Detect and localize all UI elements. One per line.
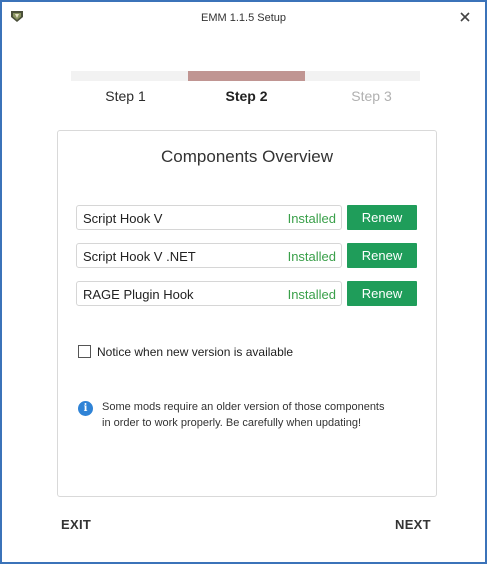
step-3-label: Step 3 <box>351 88 392 104</box>
next-button[interactable]: NEXT <box>395 517 431 532</box>
component-field: Script Hook V .NET Installed <box>76 243 342 268</box>
component-name: Script Hook V .NET <box>83 249 196 264</box>
notice-option: Notice when new version is available <box>78 344 378 360</box>
window-title: EMM 1.1.5 Setup <box>201 12 286 24</box>
notice-checkbox-label[interactable]: Notice when new version is available <box>97 345 293 359</box>
component-row-rage-plugin-hook: RAGE Plugin Hook Installed Renew <box>76 281 420 306</box>
step-1-label: Step 1 <box>105 88 146 104</box>
step-2-label: Step 2 <box>225 88 268 104</box>
info-icon: i <box>78 401 93 416</box>
component-name: Script Hook V <box>83 211 163 226</box>
close-icon[interactable] <box>456 8 474 26</box>
notice-checkbox[interactable] <box>78 345 91 358</box>
info-text-line-2: in order to work properly. Be carefully … <box>102 417 362 429</box>
component-status: Installed <box>287 211 336 226</box>
exit-button[interactable]: EXIT <box>61 517 91 532</box>
progress-segment-step-2 <box>188 71 305 81</box>
component-row-script-hook-v-net: Script Hook V .NET Installed Renew <box>76 243 420 268</box>
title-bar: EMM 1.1.5 Setup <box>2 2 485 36</box>
component-name: RAGE Plugin Hook <box>83 287 194 302</box>
renew-rage-plugin-hook-button[interactable]: Renew <box>347 281 417 306</box>
components-panel: Components Overview Script Hook V Instal… <box>57 130 437 497</box>
progress-segment-step-1 <box>71 71 188 81</box>
component-row-script-hook-v: Script Hook V Installed Renew <box>76 205 420 230</box>
progress-segment-step-3 <box>305 71 420 81</box>
component-field: Script Hook V Installed <box>76 205 342 230</box>
info-text-line-1: Some mods require an older version of th… <box>102 401 385 413</box>
component-status: Installed <box>287 249 336 264</box>
renew-script-hook-v-net-button[interactable]: Renew <box>347 243 417 268</box>
setup-window: EMM 1.1.5 Setup Step 1 Step 2 Step 3 Com… <box>0 0 487 564</box>
component-field: RAGE Plugin Hook Installed <box>76 281 342 306</box>
panel-title: Components Overview <box>161 147 333 166</box>
component-status: Installed <box>287 287 336 302</box>
renew-script-hook-v-button[interactable]: Renew <box>347 205 417 230</box>
